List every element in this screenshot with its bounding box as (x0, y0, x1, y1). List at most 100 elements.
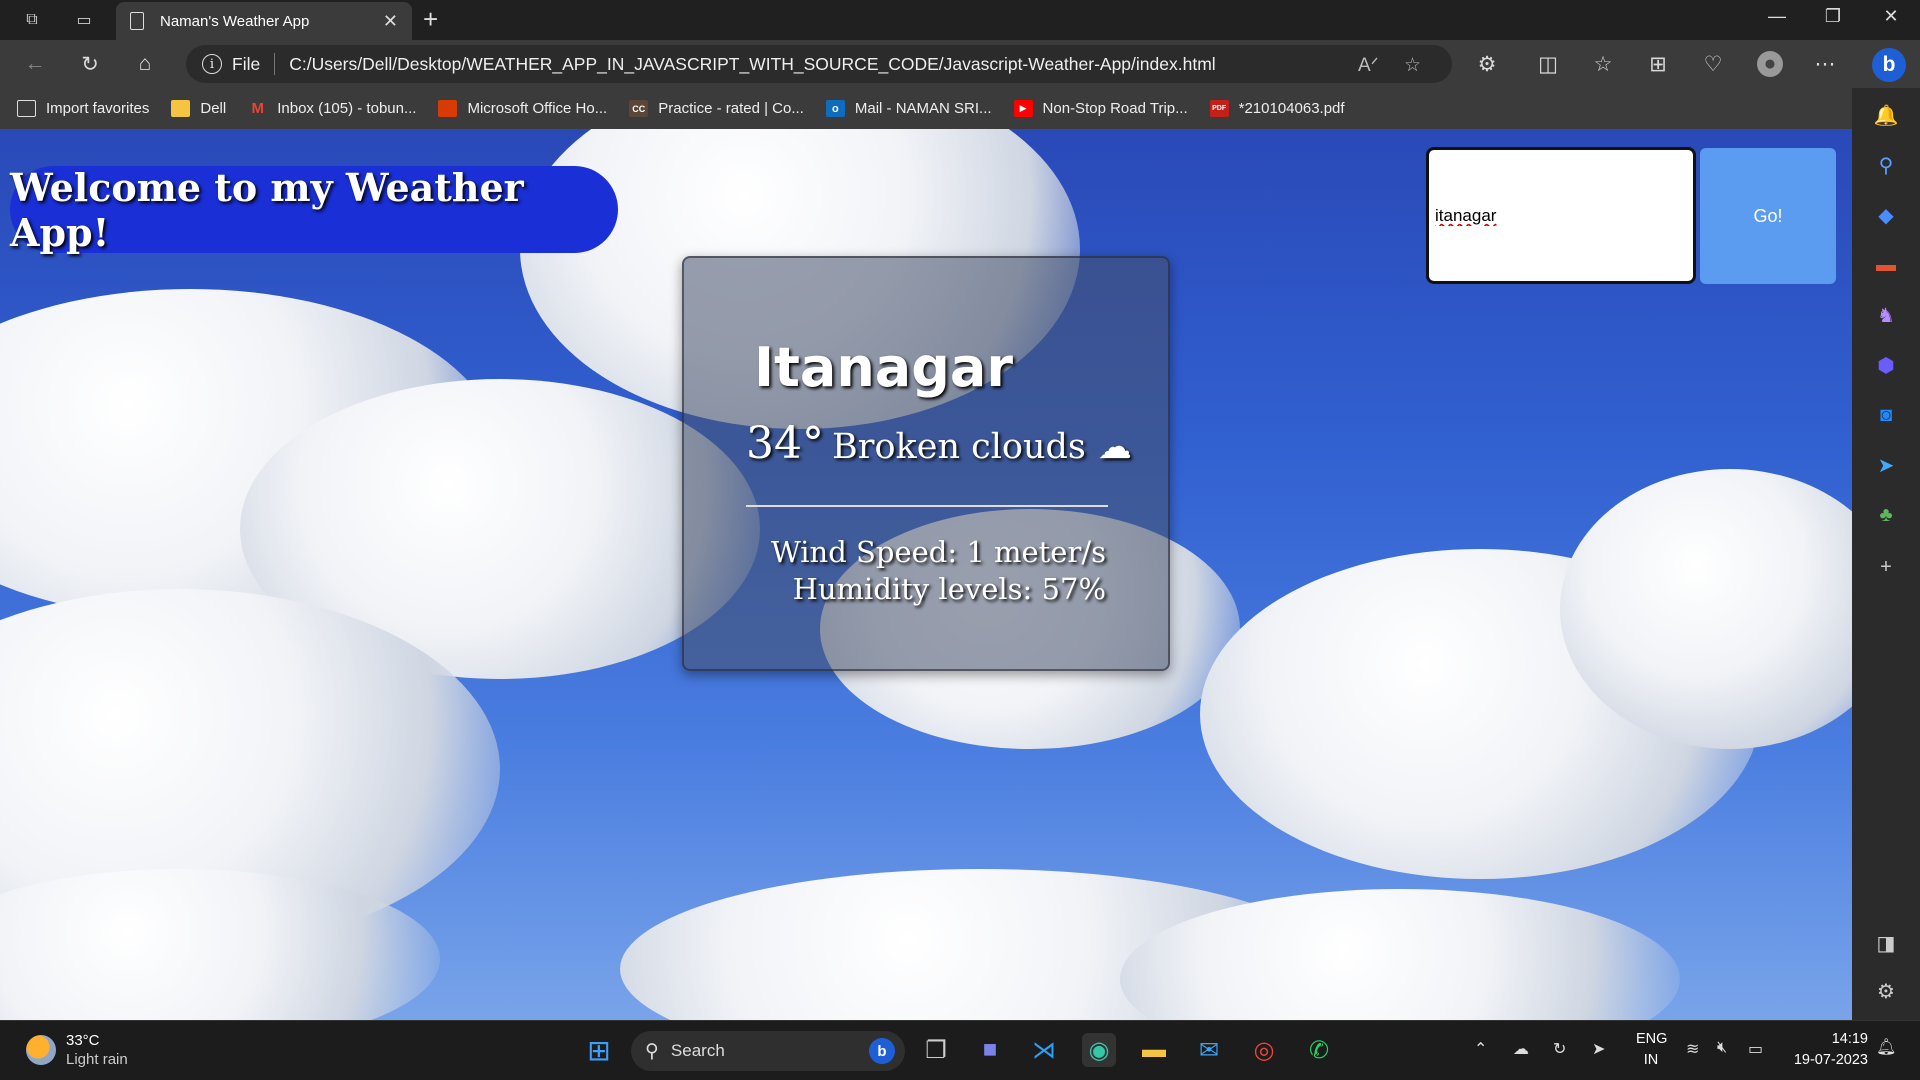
pdf-icon: PDF (1209, 100, 1229, 117)
tab-title: Naman's Weather App (160, 12, 310, 30)
outlook-icon[interactable]: ◙ (1873, 402, 1899, 428)
new-tab-button[interactable]: + (423, 4, 438, 35)
refresh-icon[interactable]: ↻ (77, 51, 103, 77)
address-bar[interactable]: i File C:/Users/Dell/Desktop/WEATHER_APP… (186, 45, 1452, 83)
home-icon[interactable]: ⌂ (132, 51, 158, 77)
workspaces-icon[interactable]: ⧉ (20, 8, 44, 32)
weather-card: Itanagar 34° Broken clouds ☁ Wind Speed:… (682, 256, 1170, 671)
codechef-icon: CC (629, 100, 649, 117)
system-clock[interactable]: 14:19 19-07-2023 (1784, 1029, 1868, 1071)
bookmark-mail[interactable]: o Mail - NAMAN SRI... (825, 100, 992, 117)
restore-icon[interactable]: ❐ (1818, 6, 1848, 27)
tools-icon[interactable]: ▬ (1873, 252, 1899, 278)
welcome-banner: Welcome to my Weather App! (10, 165, 618, 255)
location-icon[interactable]: ➤ (1592, 1039, 1605, 1059)
import-icon (17, 100, 36, 117)
address-separator (274, 53, 276, 75)
games-icon[interactable]: ♞ (1873, 302, 1899, 328)
bookmark-inbox[interactable]: M Inbox (105) - tobun... (248, 100, 416, 117)
chrome-icon[interactable]: ◎ (1247, 1033, 1281, 1067)
bing-copilot-icon[interactable]: b (1872, 48, 1906, 82)
wifi-icon[interactable]: ≋ (1686, 1039, 1699, 1059)
add-icon[interactable]: + (1873, 554, 1899, 580)
city-search-input[interactable] (1426, 147, 1696, 284)
close-tab-icon[interactable]: ✕ (383, 11, 398, 32)
windows-start-icon[interactable]: ⊞ (582, 1033, 616, 1067)
file-explorer-icon[interactable]: ▬ (1137, 1033, 1171, 1067)
collections-icon[interactable]: ⊞ (1645, 51, 1671, 77)
bookmark-practice[interactable]: CC Practice - rated | Co... (629, 100, 804, 117)
address-prefix: File (232, 53, 261, 74)
taskbar-search-label: Search (670, 1041, 725, 1060)
cloud-icon: ☁ (1097, 427, 1132, 467)
humidity-level: Humidity levels: 57% (792, 572, 1106, 606)
bookmarks-bar: Import favorites Dell M Inbox (105) - tob… (0, 88, 1920, 129)
windows-taskbar: 33°C Light rain ⊞ ⚲ Search b ❐ ■ ⋊ ◉ ▬ ✉… (0, 1020, 1920, 1080)
notifications-icon[interactable]: 🔔︎ (1876, 1037, 1896, 1057)
browser-essentials-icon[interactable]: ♡ (1700, 51, 1726, 77)
bing-icon[interactable]: b (869, 1038, 895, 1064)
browser-toolbar: ← ↻ ⌂ i File C:/Users/Dell/Desktop/WEATH… (0, 40, 1920, 88)
hide-sidebar-icon[interactable]: ◨ (1873, 930, 1899, 956)
language-indicator[interactable]: ENG IN (1636, 1029, 1668, 1071)
mute-speaker-icon[interactable]: 🔇︎ (1717, 1039, 1727, 1057)
teams-chat-icon[interactable]: ■ (973, 1033, 1007, 1067)
sync-icon[interactable]: ↻ (1553, 1039, 1566, 1059)
whatsapp-icon[interactable]: ✆ (1302, 1033, 1336, 1067)
notification-bell-icon[interactable]: 🔔 (1873, 102, 1899, 128)
vscode-icon[interactable]: ⋊ (1027, 1033, 1061, 1067)
minimize-icon[interactable]: — (1762, 6, 1792, 27)
office-icon (438, 100, 458, 117)
shopping-tag-icon[interactable]: ◆ (1873, 202, 1899, 228)
taskbar-search-box[interactable]: ⚲ Search b (631, 1031, 905, 1071)
weather-summary: 34° Broken clouds ☁ (746, 418, 1132, 469)
gmail-icon: M (251, 100, 264, 117)
bookmark-pdf[interactable]: PDF *210104063.pdf (1209, 100, 1345, 117)
settings-gear-icon[interactable]: ⚙ (1873, 978, 1899, 1004)
page-icon (130, 12, 144, 30)
city-name: Itanagar (754, 336, 1013, 399)
taskbar-weather-desc: Light rain (66, 1051, 128, 1068)
search-icon[interactable]: ⚲ (1873, 152, 1899, 178)
weather-rain-icon (26, 1035, 56, 1065)
favorites-icon[interactable]: ☆ (1590, 51, 1616, 77)
bookmark-road-trip[interactable]: ▶ Non-Stop Road Trip... (1013, 100, 1188, 117)
tree-icon[interactable]: ♣ (1873, 502, 1899, 528)
read-aloud-icon[interactable]: Aᐟ (1358, 54, 1379, 77)
more-options-icon[interactable]: ⋯ (1812, 51, 1838, 77)
favorite-star-icon[interactable]: ☆ (1404, 54, 1421, 77)
address-url[interactable]: C:/Users/Dell/Desktop/WEATHER_APP_IN_JAV… (289, 54, 1215, 75)
region-code: IN (1643, 1052, 1659, 1068)
microsoft365-icon[interactable]: ⬢ (1873, 352, 1899, 378)
clock-time: 14:19 (1831, 1031, 1868, 1047)
tab-weather-app[interactable]: Naman's Weather App ✕ (116, 2, 412, 40)
bookmark-import-favorites[interactable]: Import favorites (17, 100, 149, 117)
bookmark-dell[interactable]: Dell (171, 100, 226, 117)
mail-icon[interactable]: ✉ (1192, 1033, 1226, 1067)
split-screen-icon[interactable]: ◫ (1535, 51, 1561, 77)
site-info-icon[interactable]: i (202, 54, 222, 74)
folder-icon (171, 100, 191, 117)
wind-speed: Wind Speed: 1 meter/s (770, 535, 1106, 569)
go-button[interactable]: Go! (1700, 148, 1836, 284)
clock-date: 19-07-2023 (1793, 1052, 1868, 1068)
back-icon[interactable]: ← (22, 51, 48, 77)
onedrive-cloud-icon[interactable]: ☁ (1513, 1039, 1529, 1059)
language-code: ENG (1636, 1031, 1668, 1047)
tab-actions-icon[interactable]: ▭ (72, 8, 96, 32)
battery-icon[interactable]: ▭ (1748, 1039, 1763, 1059)
search-icon: ⚲ (645, 1040, 659, 1062)
extensions-icon[interactable]: ⚙ (1474, 51, 1500, 77)
youtube-icon: ▶ (1013, 100, 1033, 117)
outlook-icon: o (825, 100, 845, 117)
taskbar-weather-widget[interactable]: 33°C Light rain (26, 1031, 128, 1069)
edge-sidebar: 🔔 ⚲ ◆ ▬ ♞ ⬢ ◙ ➤ ♣ + ◨ ⚙ (1852, 88, 1920, 1020)
browser-tab-bar: ⧉ ▭ Naman's Weather App ✕ + — ❐ ✕ (0, 0, 1920, 40)
show-hidden-icons[interactable]: ⌃ (1474, 1039, 1487, 1059)
close-window-icon[interactable]: ✕ (1876, 6, 1906, 27)
bookmark-office[interactable]: Microsoft Office Ho... (438, 100, 607, 117)
profile-avatar-icon[interactable]: ● (1757, 51, 1783, 77)
edge-browser-icon[interactable]: ◉ (1082, 1033, 1116, 1067)
task-view-icon[interactable]: ❐ (919, 1033, 953, 1067)
drop-icon[interactable]: ➤ (1873, 452, 1899, 478)
